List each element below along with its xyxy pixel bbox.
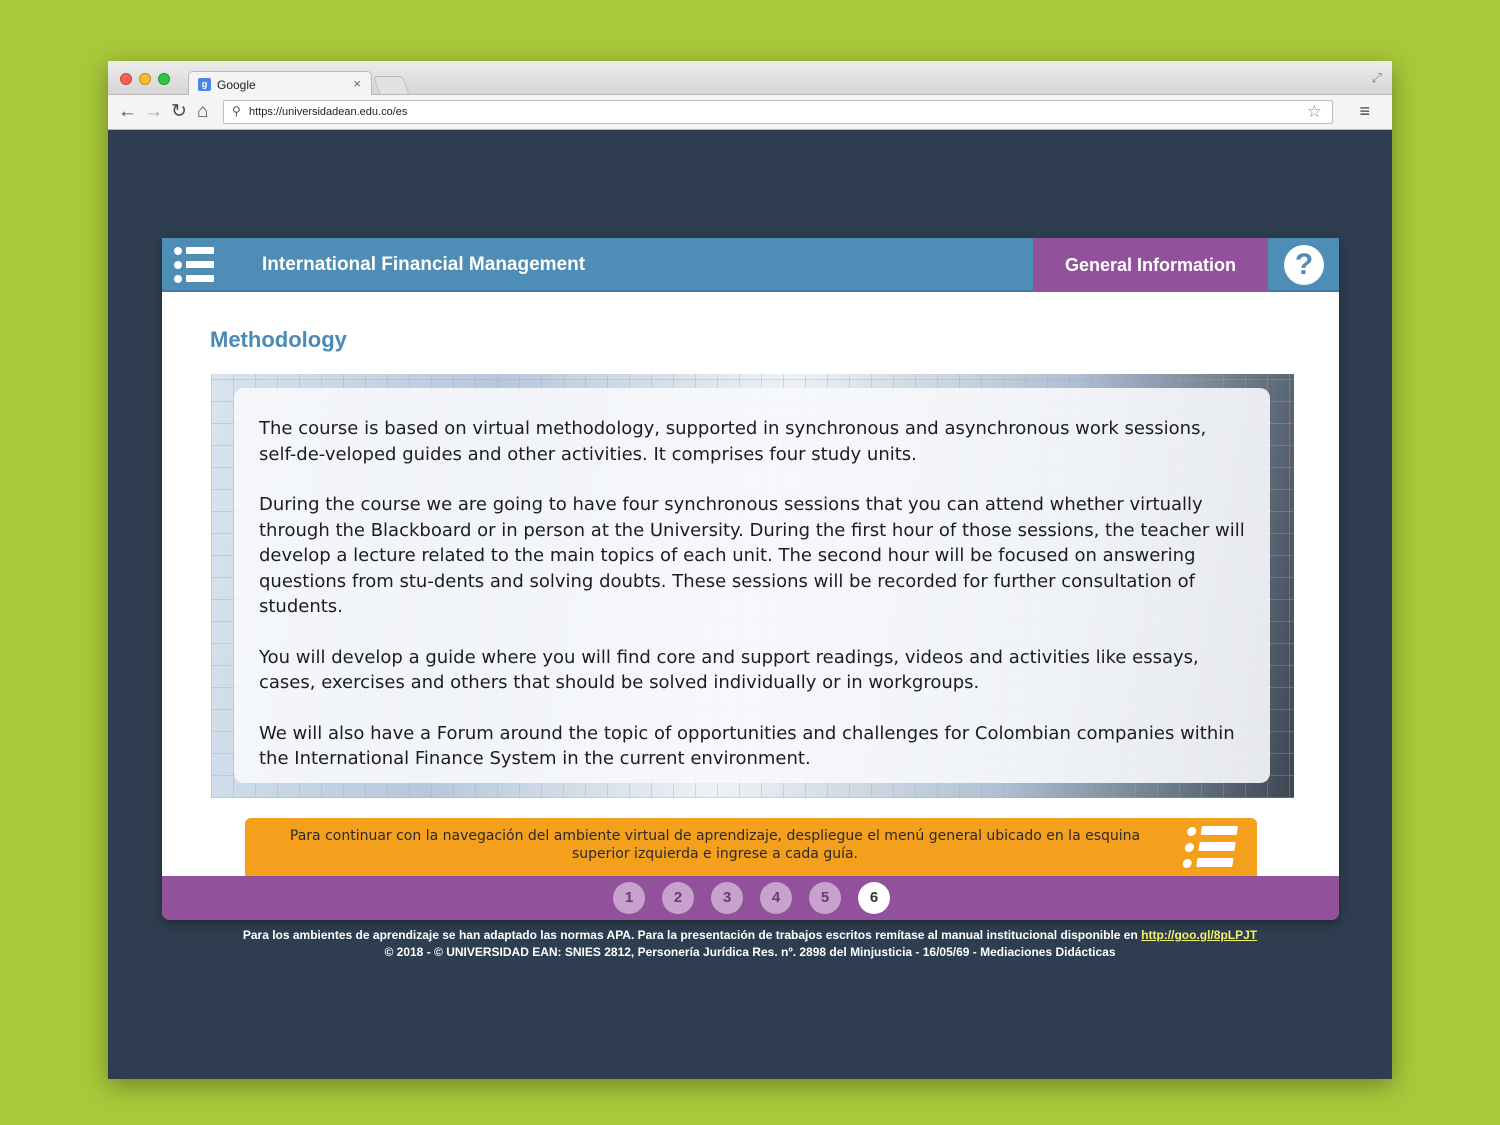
paragraph: During the course we are going to have f… [259, 494, 1245, 617]
new-tab-button[interactable] [372, 76, 410, 94]
footer-line-1: Para los ambientes de aprendizaje se han… [108, 927, 1392, 944]
tab-title: Google [217, 78, 256, 92]
help-icon[interactable]: ? [1284, 245, 1324, 285]
fullscreen-icon[interactable]: ⤢ [1372, 70, 1382, 86]
section-title: Methodology [210, 327, 347, 352]
page-button-1[interactable]: 1 [613, 882, 645, 914]
browser-toolbar: ← → ↻ ⌂ ⚲ https://universidadean.edu.co/… [108, 95, 1392, 130]
methodology-text-panel: The course is based on virtual methodolo… [234, 388, 1270, 783]
hamburger-icon[interactable]: ≡ [1359, 101, 1370, 122]
browser-window: g Google × ⤢ ← → ↻ ⌂ ⚲ https://universid… [108, 61, 1392, 1079]
page-button-4[interactable]: 4 [760, 882, 792, 914]
hero-image: The course is based on virtual methodolo… [211, 374, 1294, 798]
home-icon[interactable]: ⌂ [197, 101, 208, 123]
footer-apa-text: Para los ambientes de aprendizaje se han… [242, 928, 1138, 942]
menu-list-icon[interactable] [174, 246, 216, 284]
page-buttons: 1 2 3 4 5 6 [613, 882, 890, 914]
footer-copyright: © 2018 - © UNIVERSIDAD EAN: SNIES 2812, … [384, 945, 1116, 959]
page-button-5[interactable]: 5 [809, 882, 841, 914]
footer-link[interactable]: http://goo.gl/8pLPJT [1141, 928, 1257, 942]
page-button-2[interactable]: 2 [662, 882, 694, 914]
navigation-notice: Para continuar con la navegación del amb… [245, 818, 1257, 876]
window-controls [120, 73, 170, 85]
google-favicon-icon: g [198, 78, 211, 91]
back-arrow-icon[interactable]: ← [118, 101, 137, 123]
page-navigation: 1 2 3 4 5 6 [162, 876, 1339, 920]
notice-text: Para continuar con la navegación del amb… [289, 828, 1141, 862]
maximize-window-button[interactable] [158, 73, 170, 85]
address-bar[interactable]: ⚲ https://universidadean.edu.co/es ☆ [223, 100, 1333, 124]
minimize-window-button[interactable] [139, 73, 151, 85]
search-icon: ⚲ [232, 104, 241, 118]
browser-tab[interactable]: g Google × [188, 71, 372, 96]
page-button-6[interactable]: 6 [858, 882, 890, 914]
page-button-3[interactable]: 3 [711, 882, 743, 914]
course-card: International Financial Management Gener… [162, 238, 1339, 920]
url-text: https://universidadean.edu.co/es [249, 106, 408, 118]
close-window-button[interactable] [120, 73, 132, 85]
tab-close-icon[interactable]: × [353, 76, 361, 91]
forward-arrow-icon[interactable]: → [144, 101, 163, 123]
course-title: International Financial Management [262, 254, 586, 275]
course-header: International Financial Management Gener… [162, 238, 1339, 292]
general-information-button[interactable]: General Information [1033, 238, 1268, 292]
star-icon[interactable]: ☆ [1307, 102, 1322, 122]
paragraph: You will develop a guide where you will … [259, 646, 1199, 694]
reload-icon[interactable]: ↻ [171, 101, 187, 123]
browser-titlebar: g Google × ⤢ [108, 61, 1392, 96]
footer: Para los ambientes de aprendizaje se han… [108, 927, 1392, 961]
paragraph: The course is based on virtual methodolo… [259, 418, 1207, 465]
notice-menu-icon [1182, 824, 1240, 870]
paragraph: We will also have a Forum around the top… [259, 722, 1235, 770]
